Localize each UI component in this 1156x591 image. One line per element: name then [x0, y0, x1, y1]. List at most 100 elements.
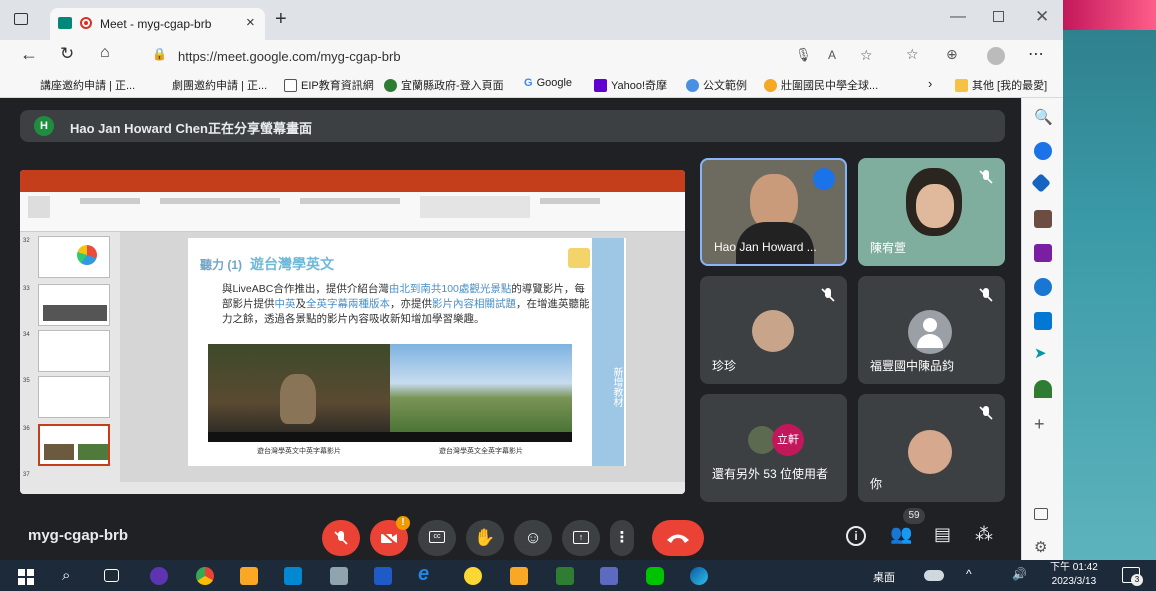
chrome-icon[interactable] — [196, 567, 214, 585]
collections-icon[interactable]: ⊕ — [946, 46, 958, 63]
folder-icon[interactable] — [510, 567, 528, 585]
page-icon — [284, 78, 297, 92]
warning-badge-icon: ! — [396, 516, 410, 530]
desktop-label[interactable]: 桌面 — [873, 569, 895, 585]
outlook-icon[interactable] — [1034, 312, 1052, 330]
tab-actions-icon[interactable] — [14, 13, 28, 25]
self-avatar — [908, 430, 952, 474]
bookmark-item[interactable]: 劇團邀約申請 | 正... — [172, 77, 267, 93]
app-icon[interactable] — [150, 567, 168, 585]
windows-start-icon[interactable] — [18, 567, 36, 585]
settings-gear-icon[interactable]: ⚙ — [1034, 538, 1052, 556]
refresh-icon[interactable]: ↻ — [60, 44, 74, 64]
notification-icon[interactable]: 3 — [1122, 567, 1143, 586]
line-icon[interactable] — [646, 567, 664, 585]
sticky-notes-icon[interactable] — [240, 567, 258, 585]
participant-tile[interactable]: 珍珍 — [700, 276, 847, 384]
url-text[interactable]: https://meet.google.com/myg-cgap-brb — [178, 49, 401, 64]
present-button[interactable]: ↑ — [562, 520, 600, 556]
bookmark-folder[interactable]: 其他 [我的最愛] — [955, 77, 1047, 93]
search-icon[interactable]: ⌕ — [62, 567, 80, 585]
app-icon[interactable] — [600, 567, 618, 585]
tools-icon[interactable] — [1034, 210, 1052, 228]
volume-icon[interactable]: 🔊 — [1012, 567, 1027, 581]
microphone-icon[interactable]: 🎙 — [795, 47, 812, 63]
store-icon[interactable] — [284, 567, 302, 585]
browser-tab[interactable]: Meet - myg-cgap-brb × — [50, 8, 265, 40]
search-icon[interactable]: 🔍 — [1034, 108, 1053, 126]
games-icon[interactable] — [1034, 244, 1052, 262]
app-icon[interactable] — [464, 567, 482, 585]
ppt-titlebar — [20, 170, 685, 182]
hang-up-button[interactable] — [652, 520, 704, 556]
more-vert-icon: ⋮ — [614, 529, 630, 546]
close-tab-icon[interactable]: × — [246, 14, 255, 31]
favorite-icon[interactable]: ☆ — [860, 47, 873, 64]
thumb-number: 35 — [23, 378, 30, 384]
tray-chevron-icon[interactable]: ^ — [966, 567, 972, 581]
clock[interactable]: 下午 01:42 2023/3/13 — [1050, 561, 1098, 589]
participant-name: 珍珍 — [712, 359, 737, 373]
tree-icon[interactable] — [1034, 380, 1052, 398]
bookmark-item[interactable]: 壯圍國民中學全球... — [764, 77, 878, 93]
camera-toggle-button[interactable]: ! — [370, 516, 410, 556]
more-options-button[interactable]: ⋮ — [610, 520, 634, 556]
bookmark-item[interactable]: G Google — [524, 77, 572, 89]
edge-icon[interactable] — [690, 567, 708, 585]
slide-thumbnails: 32 33 34 35 36 37 — [20, 232, 120, 482]
recording-icon — [80, 17, 92, 29]
home-icon[interactable]: ⌂ — [100, 44, 110, 62]
hide-sidebar-icon[interactable] — [1034, 508, 1048, 520]
profile-avatar[interactable] — [987, 47, 1005, 65]
mic-off-icon — [334, 531, 348, 545]
bookmark-item[interactable]: 講座邀約申請 | 正... — [40, 77, 135, 93]
hand-icon: ✋ — [474, 528, 496, 547]
lock-icon[interactable]: 🔒 — [152, 47, 167, 61]
url-bar[interactable]: 🔒 https://meet.google.com/myg-cgap-brb 🎙… — [140, 44, 880, 68]
new-tab-icon[interactable]: + — [275, 8, 287, 31]
meeting-details-icon[interactable]: i — [846, 526, 866, 546]
people-icon[interactable]: 👥 — [890, 524, 912, 545]
back-icon[interactable]: ← — [20, 44, 38, 65]
bookmark-label: Yahoo!奇摩 — [611, 80, 668, 92]
slide-side-panel: 新增教材 — [592, 238, 624, 466]
app-icon[interactable] — [330, 567, 348, 585]
current-slide: 聽力 (1) 遊台灣學英文 與LiveABC合作推出，提供介紹台灣由北到南共100… — [188, 238, 626, 466]
more-menu-icon[interactable]: ⋯ — [1028, 44, 1044, 64]
others-tile[interactable]: 立軒 還有另外 53 位使用者 — [700, 394, 847, 502]
maximize-icon[interactable] — [993, 11, 1004, 22]
participant-tile[interactable]: 陳宥萱 — [858, 158, 1005, 266]
bookmark-item[interactable]: EIP教育資訊網 — [284, 77, 374, 93]
close-window-icon[interactable]: ✕ — [1035, 7, 1049, 27]
participant-count-badge: 59 — [903, 508, 925, 524]
bookmark-item[interactable]: 宜蘭縣政府-登入頁面 — [384, 77, 504, 93]
app-icon[interactable] — [556, 567, 574, 585]
activities-icon[interactable]: ⁂ — [975, 524, 993, 545]
office-icon[interactable] — [1034, 278, 1052, 296]
mic-toggle-button[interactable] — [322, 520, 360, 556]
chevron-right-icon[interactable]: › — [928, 76, 932, 91]
participant-tile[interactable]: 福豐國中陳品鈞 — [858, 276, 1005, 384]
onedrive-icon[interactable] — [924, 570, 944, 581]
slide-thumbnail-active — [38, 424, 110, 466]
raise-hand-button[interactable]: ✋ — [466, 520, 504, 556]
send-icon[interactable]: ➤ — [1034, 344, 1052, 362]
favorites-list-icon[interactable]: ☆ — [906, 46, 919, 63]
chat-icon[interactable]: ▤ — [934, 524, 951, 545]
reactions-button[interactable]: ☺ — [514, 520, 552, 556]
word-icon[interactable] — [374, 567, 392, 585]
bookmark-item[interactable]: Yahoo!奇摩 — [594, 77, 667, 93]
bookmark-label: 其他 [我的最愛] — [972, 80, 1048, 92]
ie-icon[interactable]: e — [418, 563, 436, 585]
add-icon[interactable]: + — [1034, 414, 1052, 434]
bing-icon[interactable] — [1034, 142, 1052, 160]
slide-label: 聽力 (1) — [200, 258, 243, 272]
read-aloud-icon[interactable]: A — [828, 48, 836, 62]
self-tile[interactable]: 你 — [858, 394, 1005, 502]
task-view-icon[interactable] — [104, 569, 119, 582]
participant-tile-presenter[interactable]: Hao Jan Howard ... — [700, 158, 847, 266]
minimize-icon[interactable]: — — [950, 8, 966, 26]
captions-button[interactable]: cc — [418, 520, 456, 556]
shopping-icon[interactable] — [1031, 173, 1051, 193]
bookmark-item[interactable]: 公文範例 — [686, 77, 747, 93]
